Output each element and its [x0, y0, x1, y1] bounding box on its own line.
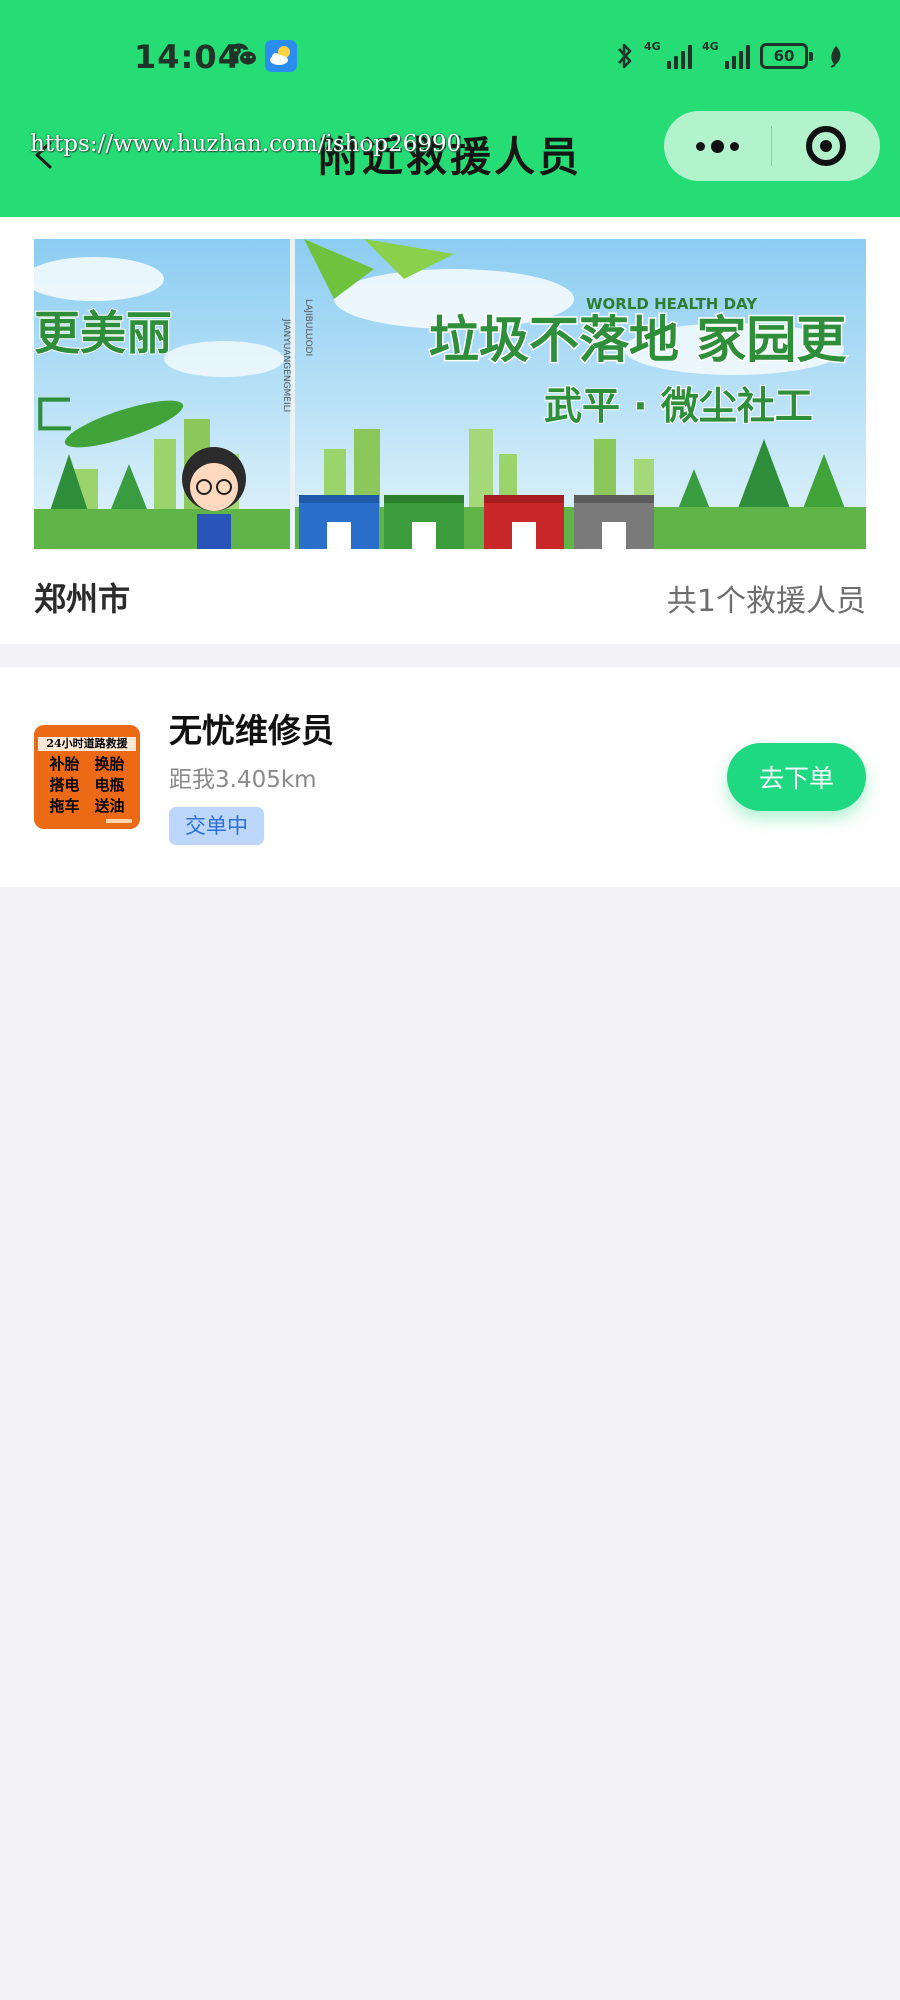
banner-slogan: 垃圾不落地 家园更 [429, 311, 847, 369]
avatar-service: 拖车 [49, 797, 80, 815]
city-name: 郑州市 [34, 580, 131, 618]
status-badge: 交单中 [169, 807, 264, 845]
more-dots-icon[interactable] [664, 111, 771, 181]
bluetooth-icon [618, 43, 632, 69]
wechat-icon [229, 43, 258, 67]
network-type: 4G [644, 40, 661, 53]
leaf-icon [830, 46, 841, 68]
avatar-service: 补胎 [49, 755, 80, 773]
place-order-button[interactable]: 去下单 [727, 743, 866, 811]
rescuer-count: 共1个救援人员 [666, 584, 866, 619]
battery-icon: 60 [760, 43, 813, 69]
avatar-service: 搭电 [49, 776, 80, 794]
nav-header: 14:04 4G 4G 60 附近救援人员 https://www.huzhan… [0, 0, 900, 217]
banner-left-tail: 匚 [34, 393, 74, 439]
promo-banner[interactable]: 更美丽 匚 LAJIBULUODI JIANYUANGENGMEILI WORL… [34, 239, 866, 549]
list-item[interactable]: 24小时道路救援 补胎 换胎 搭电 电瓶 拖车 送油 无忧维修员 距我3.405… [0, 667, 900, 887]
status-icons: 4G 4G 60 [616, 38, 844, 74]
banner-vertical-text: LAJIBULUODI [303, 299, 313, 356]
avatar-service: 换胎 [94, 755, 125, 773]
banner-subtitle: 武平 · 微尘社工 [544, 384, 813, 428]
weather-icon [265, 40, 297, 72]
avatar: 24小时道路救援 补胎 换胎 搭电 电瓶 拖车 送油 [34, 725, 140, 829]
close-target-icon[interactable] [772, 111, 880, 181]
avatar-headline: 24小时道路救援 [38, 737, 136, 751]
url-watermark: https://www.huzhan.com/ishop26990 [30, 131, 462, 157]
banner-left-slogan: 更美丽 [34, 306, 172, 360]
signal-icon: 4G [702, 41, 750, 71]
rescuer-name: 无忧维修员 [169, 711, 334, 750]
network-type: 4G [702, 40, 719, 53]
signal-icon: 4G [644, 41, 692, 71]
avatar-service: 送油 [94, 797, 125, 815]
banner-vertical-text: JIANYUANGENGMEILI [281, 318, 291, 412]
rescuer-distance: 距我3.405km [169, 767, 317, 793]
miniprogram-capsule [664, 111, 880, 181]
status-time: 14:04 [134, 38, 241, 76]
avatar-tag [106, 819, 132, 823]
avatar-service: 电瓶 [94, 776, 125, 794]
banner-card: 更美丽 匚 LAJIBULUODI JIANYUANGENGMEILI WORL… [0, 217, 900, 644]
